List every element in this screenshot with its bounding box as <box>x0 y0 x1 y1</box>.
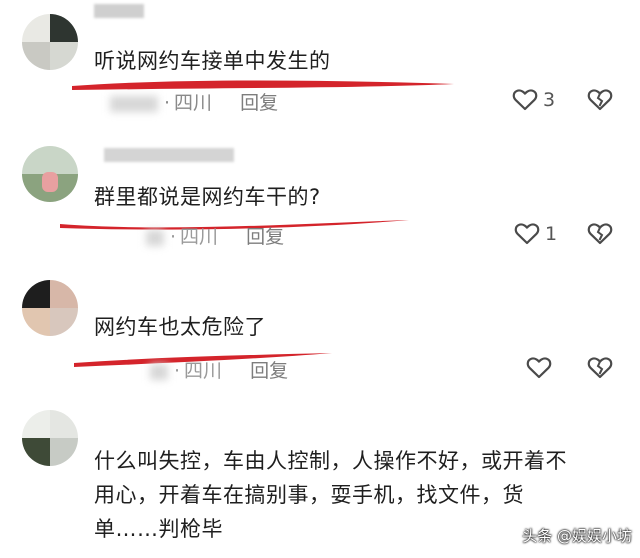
location: 四川 <box>180 226 219 248</box>
heart-outline-icon <box>512 89 538 111</box>
broken-heart-icon[interactable] <box>587 222 613 246</box>
like-button[interactable]: 3 <box>512 88 555 112</box>
comment-text: 网约车也太危险了 <box>94 315 266 339</box>
comment-line-3: 单……判枪毕 <box>94 517 223 541</box>
like-button[interactable]: 1 <box>514 222 557 246</box>
blurred-time <box>146 229 164 246</box>
like-button[interactable] <box>526 356 552 380</box>
location: 四川 <box>174 92 213 114</box>
blurred-time <box>110 95 158 112</box>
comment-meta: · 四川 回复 <box>150 356 288 383</box>
avatar[interactable] <box>22 14 78 70</box>
username[interactable] <box>104 148 234 162</box>
avatar[interactable] <box>22 146 78 202</box>
broken-heart-icon[interactable] <box>587 356 613 380</box>
like-count: 1 <box>545 223 558 245</box>
comment-text: 群里都说是网约车干的? <box>94 185 321 209</box>
comment-item-2: 群里都说是网约车干的? · 四川 回复 1 <box>0 130 640 260</box>
broken-heart-icon[interactable] <box>587 88 613 112</box>
comment-line-1: 什么叫失控，车由人控制，人操作不好，或开着不 <box>94 449 567 473</box>
heart-outline-icon <box>514 223 540 245</box>
comment-meta: · 四川 回复 <box>110 88 278 115</box>
avatar[interactable] <box>22 410 78 466</box>
heart-outline-icon <box>526 357 552 379</box>
watermark: 头条 @娱娱小坊 <box>522 527 632 545</box>
comment-item-1: 听说网约车接单中发生的 · 四川 回复 3 <box>0 0 640 130</box>
comment-item-3: 网约车也太危险了 · 四川 回复 <box>0 260 640 400</box>
blurred-time <box>150 363 168 380</box>
like-count: 3 <box>543 89 556 111</box>
reply-button[interactable]: 回复 <box>240 92 278 114</box>
reply-button[interactable]: 回复 <box>250 360 288 382</box>
location: 四川 <box>184 360 223 382</box>
username[interactable] <box>94 4 144 18</box>
reply-button[interactable]: 回复 <box>246 226 284 248</box>
comment-meta: · 四川 回复 <box>146 222 284 249</box>
comment-line-2: 用心，开着车在搞别事，耍手机，找文件，货 <box>94 483 524 507</box>
avatar[interactable] <box>22 280 78 336</box>
comment-text: 什么叫失控，车由人控制，人操作不好，或开着不 用心，开着车在搞别事，耍手机，找文… <box>94 444 567 546</box>
